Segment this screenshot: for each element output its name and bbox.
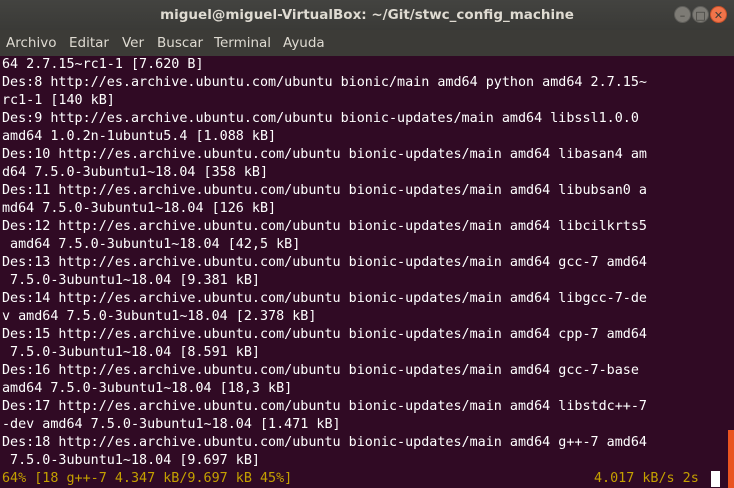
download-progress-line: 64% [18 g++-7 4.347 kB/9.697 kB 45%] 4.0… [0,470,728,488]
terminal-line: 7.5.0-3ubuntu1~18.04 [8.591 kB] [2,345,260,360]
scrollbar[interactable] [728,56,734,488]
terminal-line: Des:13 http://es.archive.ubuntu.com/ubun… [2,255,647,270]
terminal-line: Des:9 http://es.archive.ubuntu.com/ubunt… [2,111,639,126]
terminal-line: Des:8 http://es.archive.ubuntu.com/ubunt… [2,75,647,90]
terminal-line: rc1-1 [140 kB] [2,93,115,108]
terminal-line: 7.5.0-3ubuntu1~18.04 [9.381 kB] [2,273,260,288]
terminal-window: miguel@miguel-VirtualBox: ~/Git/stwc_con… [0,0,734,488]
terminal-line: amd64 1.0.2n-1ubuntu5.4 [1.088 kB] [2,129,277,144]
terminal-line: amd64 7.5.0-3ubuntu1~18.04 [18,3 kB] [2,381,293,396]
terminal-line: -dev amd64 7.5.0-3ubuntu1~18.04 [1.471 k… [2,417,341,432]
menu-ayuda[interactable]: Ayuda [283,30,325,56]
terminal-line: Des:14 http://es.archive.ubuntu.com/ubun… [2,291,647,306]
progress-status: 64% [18 g++-7 4.347 kB/9.697 kB 45%] [2,471,293,486]
terminal-line: md64 7.5.0-3ubuntu1~18.04 [126 kB] [2,201,277,216]
terminal-line: Des:11 http://es.archive.ubuntu.com/ubun… [2,183,647,198]
terminal-line: d64 7.5.0-3ubuntu1~18.04 [358 kB] [2,165,269,180]
menu-archivo[interactable]: Archivo [6,30,56,56]
maximize-button[interactable]: □ [692,6,709,23]
text-cursor [711,471,720,487]
menu-terminal[interactable]: Terminal [214,30,271,56]
transfer-rate: 4.017 kB/s 2s [594,471,699,486]
menu-editar[interactable]: Editar [69,30,109,56]
scrollbar-thumb[interactable] [728,430,734,488]
terminal-line: Des:10 http://es.archive.ubuntu.com/ubun… [2,147,647,162]
terminal-output[interactable]: 64 2.7.15~rc1-1 [7.620 B] Des:8 http://e… [0,56,728,488]
terminal-line: Des:18 http://es.archive.ubuntu.com/ubun… [2,435,647,450]
terminal-line: v amd64 7.5.0-3ubuntu1~18.04 [2.378 kB] [2,309,317,324]
terminal-line: Des:12 http://es.archive.ubuntu.com/ubun… [2,219,647,234]
menu-buscar[interactable]: Buscar [157,30,203,56]
terminal-line: Des:16 http://es.archive.ubuntu.com/ubun… [2,363,639,378]
menu-bar: Archivo Editar Ver Buscar Terminal Ayuda [0,30,734,56]
window-title: miguel@miguel-VirtualBox: ~/Git/stwc_con… [160,7,574,23]
terminal-line: Des:17 http://es.archive.ubuntu.com/ubun… [2,399,647,414]
minimize-button[interactable]: – [674,6,691,23]
terminal-line: 7.5.0-3ubuntu1~18.04 [9.697 kB] [2,453,260,468]
menu-ver[interactable]: Ver [122,30,144,56]
title-bar[interactable]: miguel@miguel-VirtualBox: ~/Git/stwc_con… [0,0,734,30]
terminal-line: Des:15 http://es.archive.ubuntu.com/ubun… [2,327,647,342]
terminal-line: amd64 7.5.0-3ubuntu1~18.04 [42,5 kB] [2,237,301,252]
close-button[interactable]: ✕ [710,6,727,23]
terminal-line: 64 2.7.15~rc1-1 [7.620 B] [2,57,204,72]
